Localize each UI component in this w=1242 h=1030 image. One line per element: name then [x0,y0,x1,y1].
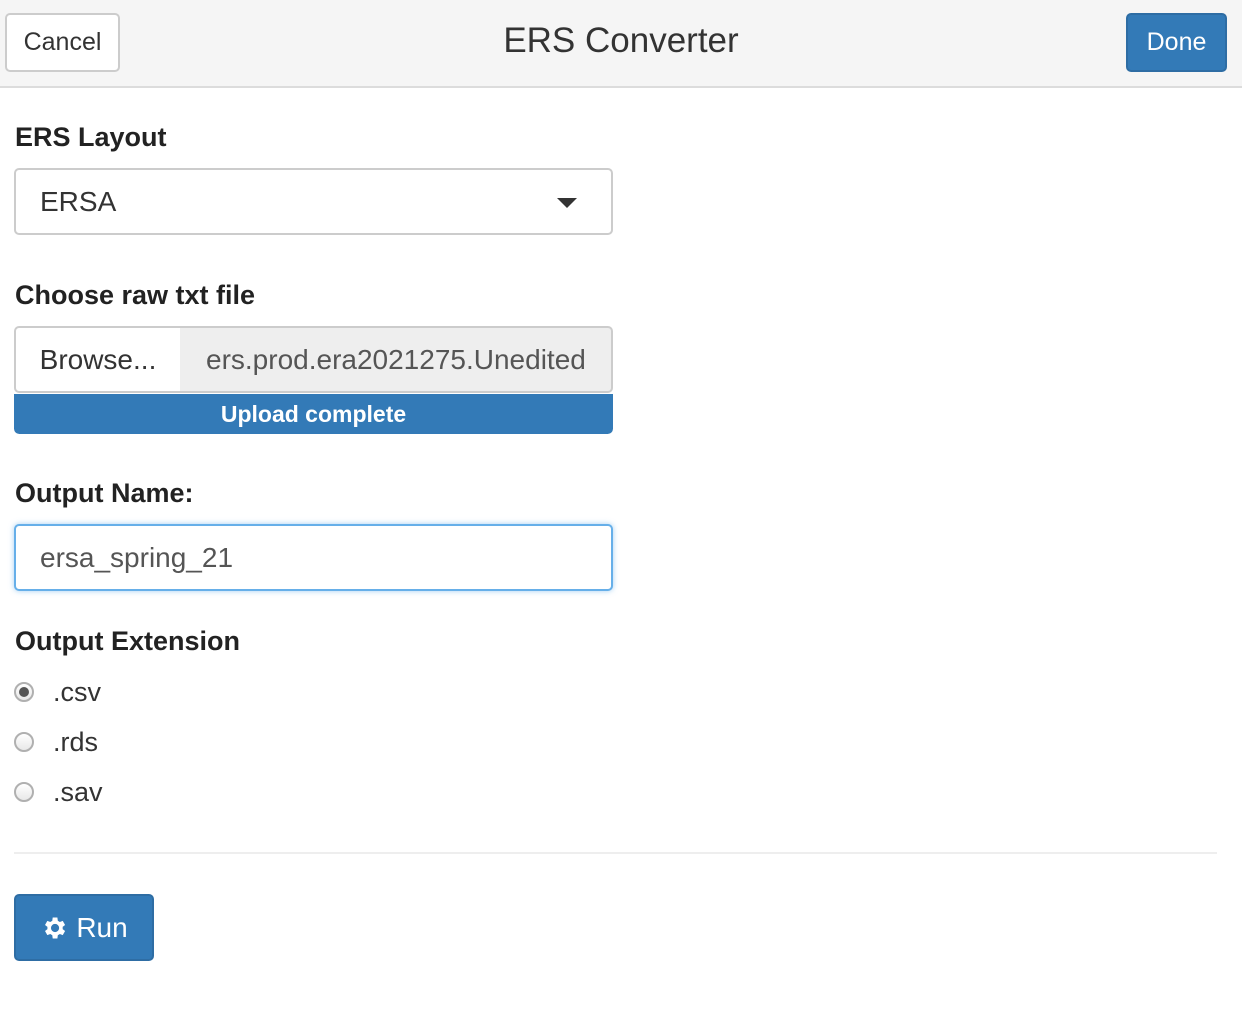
ers-layout-label: ERS Layout [15,122,167,152]
radio-option-rds[interactable]: .rds [14,725,98,759]
radio-option-sav[interactable]: .sav [14,775,103,809]
ers-layout-select[interactable]: ERSA [14,168,613,235]
divider [14,852,1217,854]
browse-button[interactable]: Browse... [14,326,182,393]
run-button-label: Run [76,911,128,943]
output-extension-label: Output Extension [15,626,240,656]
chevron-down-icon [557,198,577,208]
output-name-label: Output Name: [15,478,194,508]
dialog-header: ERS Converter Cancel Done [0,0,1242,88]
done-button[interactable]: Done [1126,13,1227,72]
gear-icon [45,917,66,938]
ers-converter-dialog: ERS Converter Cancel Done ERS Layout ERS… [0,0,1242,1030]
ers-layout-selected-value: ERSA [40,185,117,217]
radio-label: .sav [53,776,103,807]
cancel-button[interactable]: Cancel [5,13,120,72]
page-title: ERS Converter [503,21,739,60]
selected-file-name: ers.prod.era2021275.Unedited [180,326,613,393]
output-name-input[interactable] [14,524,613,591]
file-input-label: Choose raw txt file [15,280,256,310]
radio-button[interactable] [14,732,34,752]
radio-option-csv[interactable]: .csv [14,675,101,709]
radio-label: .csv [53,676,102,707]
radio-label: .rds [53,726,99,757]
upload-progress-text: Upload complete [220,400,407,427]
radio-button[interactable] [14,782,34,802]
file-input-group: Browse... ers.prod.era2021275.Unedited [14,326,613,393]
radio-button[interactable] [14,682,34,702]
run-button[interactable]: Run [14,894,154,961]
upload-progress: Upload complete [14,394,613,434]
